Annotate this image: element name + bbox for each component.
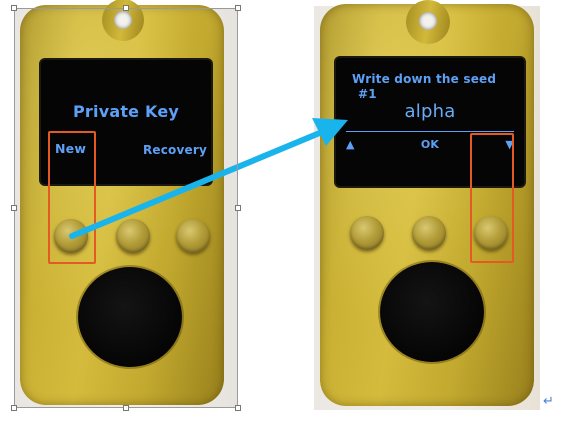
seed-word: alpha <box>404 101 456 122</box>
resize-handle-top-left[interactable] <box>11 5 17 11</box>
middle-hardware-button[interactable] <box>412 216 446 250</box>
resize-handle-top-right[interactable] <box>235 5 241 11</box>
paragraph-mark-icon: ↵ <box>543 394 554 409</box>
image-selection-frame <box>14 8 238 408</box>
resize-handle-middle-right[interactable] <box>235 205 241 211</box>
seed-index: #1 <box>358 87 377 101</box>
document-canvas: Private Key New Recovery Write down the … <box>0 0 575 422</box>
resize-handle-middle-left[interactable] <box>11 205 17 211</box>
lanyard-hole <box>419 12 437 30</box>
screen-divider <box>346 131 514 132</box>
resize-handle-bottom-center[interactable] <box>123 405 129 411</box>
highlight-down-button <box>470 133 514 263</box>
resize-handle-bottom-right[interactable] <box>235 405 241 411</box>
left-hardware-button[interactable] <box>350 216 384 250</box>
resize-handle-bottom-left[interactable] <box>11 405 17 411</box>
seed-heading: Write down the seed <box>352 72 497 86</box>
fingerprint-sensor <box>380 262 484 362</box>
resize-handle-top-center[interactable] <box>123 5 129 11</box>
